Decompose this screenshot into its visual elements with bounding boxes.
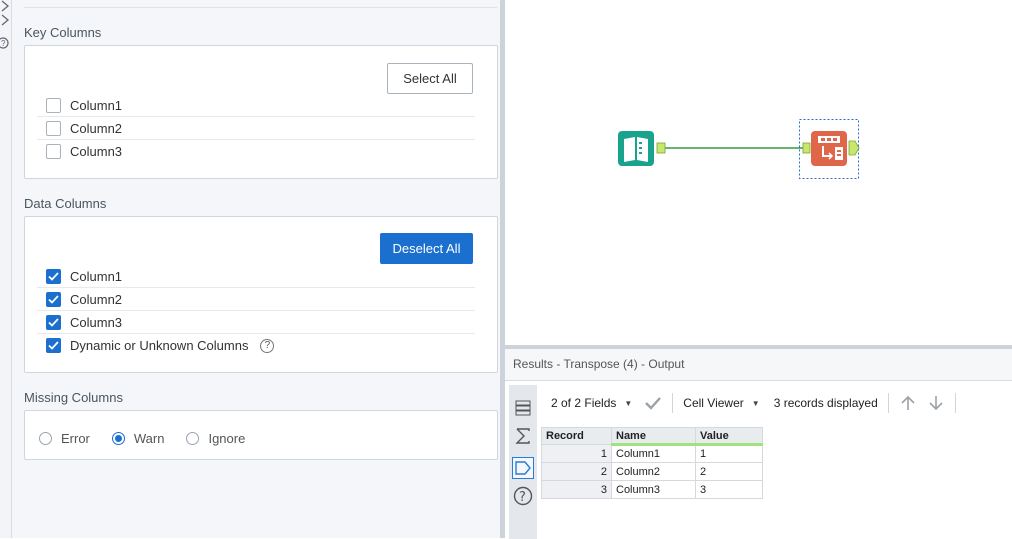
cell-name[interactable]: Column3 (611, 480, 696, 499)
data-column-row[interactable]: Column1 (37, 265, 475, 288)
divider (24, 7, 497, 8)
key-column-label: Column1 (70, 97, 123, 113)
select-all-button[interactable]: Select All (387, 63, 473, 94)
table-row[interactable]: 1 Column1 1 (541, 444, 763, 463)
cell-name[interactable]: Column1 (611, 444, 696, 463)
cell-viewer-label: Cell Viewer (683, 396, 744, 410)
checkmark-icon (48, 317, 59, 327)
radio-ignore[interactable] (186, 432, 200, 445)
checkbox-checked[interactable] (46, 338, 61, 353)
summary-sigma-icon[interactable] (512, 425, 534, 447)
radio-ignore-label[interactable]: Ignore (208, 431, 245, 446)
chevron-right-icon[interactable] (0, 0, 10, 12)
checkbox[interactable] (46, 120, 61, 136)
results-table: Record Name Value 1 Column1 1 2 Column2 … (541, 427, 763, 499)
checkbox-checked[interactable] (46, 268, 61, 284)
configuration-panel: Key Columns Select All Column1 Column2 C… (12, 0, 500, 538)
checkbox-checked[interactable] (46, 314, 61, 330)
cell-viewer-dropdown[interactable]: Cell Viewer ▼ (683, 396, 759, 410)
checkmark-icon (48, 294, 59, 304)
table-row[interactable]: 2 Column2 2 (541, 462, 763, 481)
data-column-row[interactable]: Column2 (37, 288, 475, 311)
question-circle-icon[interactable]: ? (260, 338, 275, 353)
results-title: Results - Transpose (4) - Output (513, 357, 685, 371)
results-panel: Results - Transpose (4) - Output ? 2 of … (505, 349, 1012, 539)
svg-text:?: ? (1, 39, 6, 48)
radio-error[interactable] (39, 432, 52, 445)
transpose-tool-icon[interactable] (799, 119, 860, 179)
checkbox-checked[interactable] (46, 291, 61, 307)
data-column-label: Column2 (70, 291, 123, 307)
radio-warn[interactable] (111, 432, 125, 445)
arrow-up-icon[interactable] (899, 394, 917, 412)
arrow-down-icon[interactable] (927, 394, 945, 412)
checkmark-icon (48, 271, 59, 281)
table-row[interactable]: 3 Column3 3 (541, 480, 763, 499)
data-columns-box: Deselect All Column1 Column2 Column3 Dyn… (24, 216, 498, 373)
toolbar-separator (954, 393, 956, 413)
key-column-label: Column2 (70, 120, 123, 136)
workflow-canvas[interactable] (505, 0, 1012, 345)
checkmark-icon (48, 341, 59, 350)
checkbox[interactable] (46, 97, 61, 113)
data-column-row[interactable]: Column3 (37, 311, 475, 334)
help-icon[interactable]: ? (0, 37, 10, 49)
missing-columns-box: Error Warn Ignore (24, 410, 498, 460)
input-tool-book-icon[interactable] (618, 131, 666, 166)
caret-down-icon: ▼ (751, 398, 760, 408)
results-body: ? 2 of 2 Fields ▼ Cell Viewer ▼ 3 record… (505, 380, 1012, 539)
data-column-label: Column3 (70, 314, 123, 330)
key-column-row[interactable]: Column2 (37, 117, 475, 140)
tag-metadata-icon[interactable] (512, 457, 534, 479)
fields-dropdown[interactable]: 2 of 2 Fields ▼ (551, 396, 632, 410)
cell-value[interactable]: 2 (695, 462, 763, 481)
key-column-label: Column3 (70, 144, 123, 159)
checkbox[interactable] (46, 144, 61, 159)
record-number: 3 (541, 480, 612, 499)
help-circle-icon[interactable]: ? (512, 485, 534, 507)
record-number: 1 (541, 444, 612, 463)
column-header-record[interactable]: Record (541, 427, 612, 445)
cell-value[interactable]: 3 (695, 480, 763, 499)
radio-error-label[interactable]: Error (61, 431, 90, 446)
records-displayed-text: 3 records displayed (773, 396, 878, 410)
fields-dropdown-label: 2 of 2 Fields (551, 396, 617, 410)
table-view-icon[interactable] (512, 397, 534, 419)
data-column-row[interactable]: Dynamic or Unknown Columns ? (37, 334, 475, 357)
key-column-row[interactable]: Column3 (37, 140, 475, 163)
results-toolbar: 2 of 2 Fields ▼ Cell Viewer ▼ 3 records … (541, 381, 1012, 425)
data-columns-title: Data Columns (24, 196, 107, 211)
results-sidebar: ? (509, 385, 537, 539)
radio-warn-label[interactable]: Warn (134, 431, 165, 446)
missing-columns-title: Missing Columns (24, 390, 123, 405)
cell-name[interactable]: Column2 (611, 462, 696, 481)
column-header-value[interactable]: Value (695, 427, 763, 446)
key-columns-title: Key Columns (24, 25, 102, 40)
data-column-label: Dynamic or Unknown Columns (70, 338, 249, 353)
key-columns-box: Select All Column1 Column2 Column3 (24, 45, 498, 179)
checkmark-icon[interactable] (644, 396, 662, 410)
left-strip: ? (0, 0, 12, 538)
key-column-row[interactable]: Column1 (37, 94, 475, 117)
data-column-label: Column1 (70, 268, 123, 284)
record-number: 2 (541, 462, 612, 481)
toolbar-separator (672, 393, 674, 413)
deselect-all-button[interactable]: Deselect All (380, 233, 473, 264)
caret-down-icon: ▼ (624, 398, 633, 408)
chevron-right-icon[interactable] (0, 14, 10, 26)
column-header-name[interactable]: Name (611, 427, 696, 446)
cell-value[interactable]: 1 (695, 444, 763, 463)
missing-columns-radio-group: Error Warn Ignore (39, 431, 267, 446)
workflow-diagram (618, 119, 860, 179)
toolbar-separator (887, 393, 889, 413)
svg-text:?: ? (519, 490, 526, 505)
